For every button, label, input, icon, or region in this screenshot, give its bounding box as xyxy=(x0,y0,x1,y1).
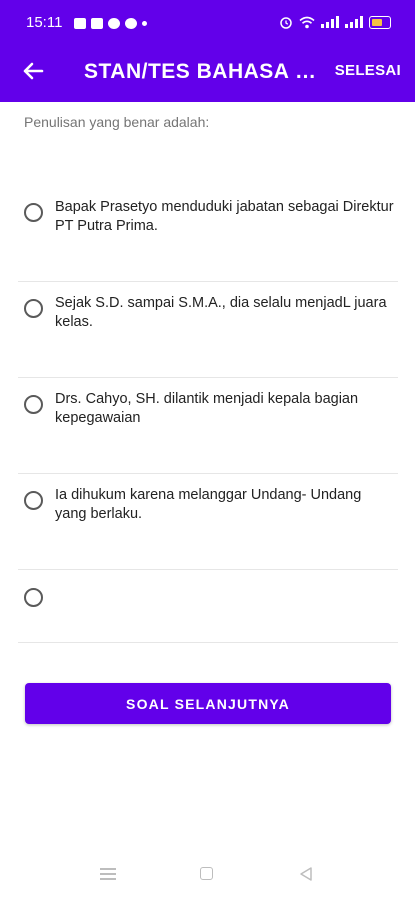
finish-button[interactable]: SELESAI xyxy=(335,62,401,79)
status-bar: 15:11 xyxy=(0,0,415,40)
question-text: Penulisan yang benar adalah: xyxy=(24,114,210,130)
home-button[interactable] xyxy=(200,867,213,880)
recent-apps-button[interactable] xyxy=(100,868,116,880)
answer-option-4[interactable]: Ia dihukum karena melanggar Undang- Unda… xyxy=(18,485,398,545)
radio-button[interactable] xyxy=(24,588,43,607)
answer-option-label: Ia dihukum karena melanggar Undang- Unda… xyxy=(55,487,362,522)
battery-icon xyxy=(369,15,391,29)
signal-icon xyxy=(321,16,339,28)
radio-button[interactable] xyxy=(24,203,43,222)
answer-option-label: Bapak Prasetyo menduduki jabatan sebagai… xyxy=(55,199,394,234)
divider xyxy=(18,569,398,570)
answer-option-label: Drs. Cahyo, SH. dilantik menjadi kepala … xyxy=(55,391,359,426)
back-button[interactable] xyxy=(18,56,48,86)
radio-button[interactable] xyxy=(24,299,43,318)
signal-icon-2 xyxy=(345,16,363,28)
answer-option-5[interactable] xyxy=(18,581,398,621)
alarm-icon xyxy=(280,17,292,29)
system-status-icons xyxy=(279,15,391,29)
answer-option-1[interactable]: Bapak Prasetyo menduduki jabatan sebagai… xyxy=(18,197,398,257)
divider xyxy=(18,281,398,282)
answer-option-2[interactable]: Sejak S.D. sampai S.M.A., dia selalu men… xyxy=(18,293,398,353)
arrow-left-icon xyxy=(23,62,44,80)
back-triangle-icon[interactable] xyxy=(298,866,314,882)
answer-option-3[interactable]: Drs. Cahyo, SH. dilantik menjadi kepala … xyxy=(18,389,398,449)
app-bar: STAN/TES BAHASA INDONESIA SELESAI xyxy=(0,40,415,102)
system-navigation-bar xyxy=(0,850,415,900)
page-title: STAN/TES BAHASA INDONESIA xyxy=(84,60,318,83)
notification-icons xyxy=(74,16,147,30)
divider xyxy=(18,473,398,474)
message-icon xyxy=(74,17,86,29)
app-notification-icon xyxy=(91,17,103,29)
divider xyxy=(18,377,398,378)
radio-button[interactable] xyxy=(24,395,43,414)
wifi-icon xyxy=(299,16,315,28)
next-question-button[interactable]: SOAL SELANJUTNYA xyxy=(25,683,391,724)
answer-option-label: Sejak S.D. sampai S.M.A., dia selalu men… xyxy=(55,295,387,330)
status-time: 15:11 xyxy=(26,14,63,31)
radio-button[interactable] xyxy=(24,491,43,510)
divider xyxy=(18,642,398,643)
more-notifications-icon xyxy=(142,20,147,26)
whatsapp-icon xyxy=(108,17,120,29)
chat-icon xyxy=(125,17,137,29)
